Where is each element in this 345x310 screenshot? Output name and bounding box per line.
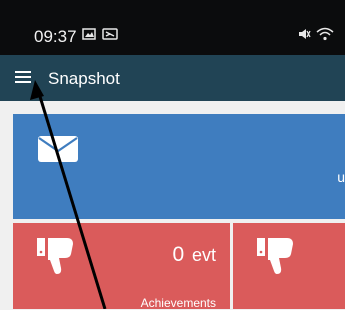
thumbs-down-icon (37, 238, 75, 283)
app-bar: Snapshot (0, 55, 345, 101)
second-stat-card[interactable] (233, 223, 345, 309)
page-title: Snapshot (48, 69, 120, 88)
card-truncated-text: u (337, 169, 345, 185)
achievements-label: Achievements (140, 296, 216, 310)
status-time: 09:37 (34, 27, 77, 46)
count-value: 0 (172, 243, 185, 266)
count-unit: evt (191, 245, 216, 265)
hamburger-menu-icon[interactable] (15, 69, 33, 85)
notification-icon (102, 27, 118, 46)
envelope-icon (37, 135, 79, 168)
wifi-icon (316, 27, 334, 46)
status-bar: 09:37 (0, 0, 345, 55)
thumbs-down-icon (257, 238, 295, 283)
achievements-count: 0 evt (172, 243, 216, 267)
gallery-icon (82, 27, 96, 46)
achievements-card[interactable]: 0 evt Achievements (13, 223, 230, 310)
messages-card[interactable]: u (13, 114, 345, 219)
mute-icon (297, 27, 311, 46)
